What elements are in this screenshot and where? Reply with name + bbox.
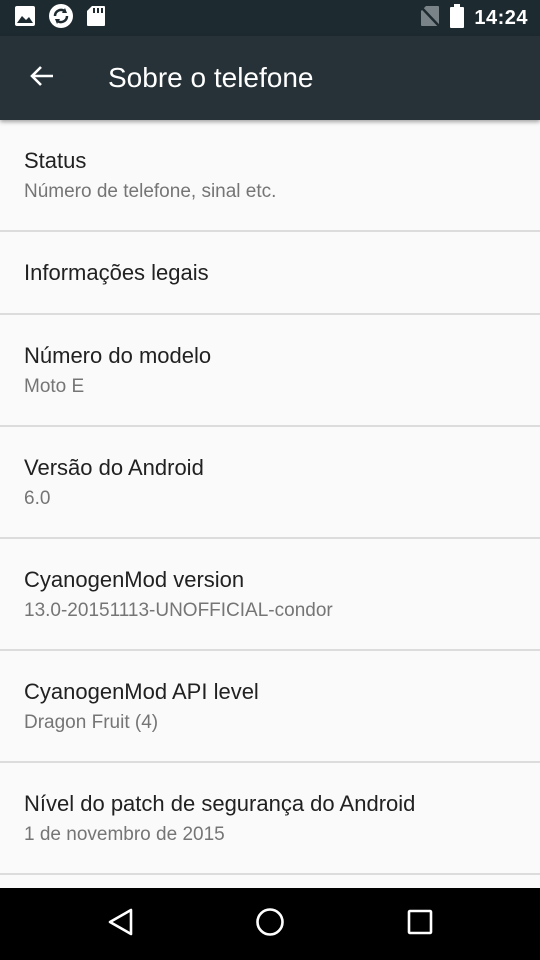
list-item-model[interactable]: Número do modelo Moto E [0, 315, 540, 427]
settings-list: Status Número de telefone, sinal etc. In… [0, 120, 540, 888]
list-item-status[interactable]: Status Número de telefone, sinal etc. [0, 120, 540, 232]
list-item-cm-version[interactable]: CyanogenMod version 13.0-20151113-UNOFFI… [0, 539, 540, 651]
item-title: Nível do patch de segurança do Android [24, 791, 416, 816]
no-sim-icon [420, 5, 441, 32]
nav-back-button[interactable] [97, 900, 145, 948]
item-subtitle: Moto E [24, 376, 85, 397]
status-time: 14:24 [474, 6, 528, 29]
item-title: CyanogenMod version [24, 567, 245, 592]
status-system: 14:24 [420, 3, 528, 33]
item-subtitle: 1 de novembro de 2015 [24, 824, 225, 845]
item-title: Número do modelo [24, 343, 212, 368]
item-title: CyanogenMod API level [24, 679, 259, 704]
list-item-android-version[interactable]: Versão do Android 6.0 [0, 427, 540, 539]
status-bar: 14:24 [0, 0, 540, 36]
arrow-back-icon [29, 63, 55, 94]
list-item-cm-api-level[interactable]: CyanogenMod API level Dragon Fruit (4) [0, 651, 540, 763]
item-title: Informações legais [24, 260, 209, 285]
item-subtitle: 13.0-20151113-UNOFFICIAL-condor [24, 600, 333, 621]
nav-home-button[interactable] [246, 900, 294, 948]
page-title: Sobre o telefone [108, 62, 314, 93]
battery-icon [450, 3, 465, 33]
item-title: Versão do Android [24, 455, 204, 480]
item-subtitle: Dragon Fruit (4) [24, 712, 159, 733]
item-subtitle: Número de telefone, sinal etc. [24, 181, 277, 202]
sync-icon [48, 3, 74, 34]
recents-square-icon [407, 909, 433, 940]
back-triangle-icon [107, 907, 135, 942]
list-item-legal[interactable]: Informações legais [0, 232, 540, 315]
back-button[interactable] [18, 54, 66, 102]
status-notifications [14, 3, 106, 32]
app-bar: Sobre o telefone [0, 36, 540, 120]
nav-recents-button[interactable] [396, 900, 444, 948]
item-title: Status [24, 148, 87, 173]
item-subtitle: 6.0 [24, 488, 51, 509]
image-icon [14, 5, 36, 32]
navigation-bar [0, 888, 540, 960]
sd-card-icon [86, 5, 106, 32]
list-item-security-patch[interactable]: Nível do patch de segurança do Android 1… [0, 763, 540, 875]
home-circle-icon [255, 907, 285, 942]
